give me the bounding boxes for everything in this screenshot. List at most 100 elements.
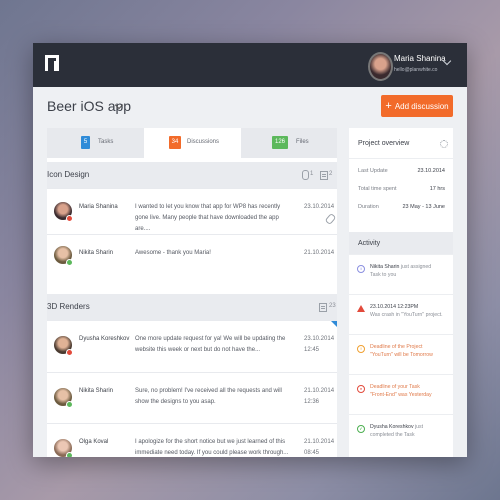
time-spent-value: 17 hrs: [429, 186, 445, 192]
message-preview: One more update request for ya! We will …: [135, 336, 286, 353]
activity-item[interactable]: 23.10.2014 12:23PM Was crash in "YouTurn…: [349, 294, 453, 335]
add-discussion-button[interactable]: + Add discussion: [381, 95, 453, 117]
tab-label: Tasks: [98, 139, 114, 145]
section-title: 3D Renders: [47, 302, 90, 311]
add-discussion-label: Add discussion: [394, 102, 449, 111]
plus-icon: +: [385, 100, 392, 112]
activity-timestamp: 23.10.2014 12:23PM: [370, 304, 419, 310]
message-preview: Sure, no problem! I've received all the …: [135, 388, 282, 405]
activity-action: Deadline of your Task: [370, 384, 420, 390]
activity-item[interactable]: × Deadline of your Task "Front-End" was …: [349, 374, 453, 415]
divider: [349, 158, 453, 159]
side-panel: Project overview Last Update 23.10.2014 …: [349, 128, 453, 457]
chevron-down-icon[interactable]: [442, 56, 452, 66]
list-item[interactable]: Nikita Sharin Awesome - thank you Maria!…: [47, 234, 337, 275]
activity-detail: completed the Task: [370, 432, 415, 438]
author-name: Maria Shanina: [79, 204, 118, 210]
message-time: 08:45: [304, 450, 320, 456]
activity-text: 23.10.2014 12:23PM Was crash in "YouTurn…: [370, 303, 446, 319]
user-email: hello@planwhite.co: [394, 67, 438, 73]
gear-icon[interactable]: [440, 140, 448, 148]
list-item[interactable]: Maria Shanina I wanted to let you know t…: [47, 188, 337, 235]
activity-action: just assigned: [400, 264, 432, 270]
duration-label: Duration: [358, 204, 379, 210]
tab-tasks[interactable]: 5 Tasks: [47, 128, 144, 158]
activity-detail: Task to you: [370, 272, 397, 278]
check-icon: ✓: [357, 425, 365, 433]
activity-action: Deadline of the Project: [370, 344, 423, 350]
last-update-label: Last Update: [358, 168, 388, 174]
activity-header: Activity: [349, 232, 453, 254]
discussions-count-badge: 34: [169, 136, 181, 149]
message-date: 21.10.2014: [304, 250, 335, 256]
tasks-count-badge: 5: [81, 136, 90, 149]
attachment-count: 1: [310, 171, 314, 177]
files-count-badge: 126: [272, 136, 288, 149]
activity-actor: Dyusha Koreshkov: [370, 424, 414, 430]
clock-icon: !: [357, 345, 365, 353]
status-dot: [66, 452, 73, 457]
activity-item[interactable]: i Nikita Sharin just assigned Task to yo…: [349, 254, 453, 295]
message-date: 21.10.2014: [304, 439, 335, 445]
comment-icon: [320, 171, 328, 180]
last-update-value: 23.10.2014: [417, 168, 445, 174]
app-window: Maria Shanina hello@planwhite.co Beer iO…: [33, 43, 467, 457]
activity-detail: "YouTurn" will be Tomorrow: [370, 352, 433, 358]
message-date: 21.10.2014: [304, 388, 335, 394]
activity-title: Activity: [358, 240, 381, 247]
list-item[interactable]: Olga Koval I apologize for the short not…: [47, 423, 337, 457]
message-time: 12:36: [304, 399, 320, 405]
comment-count: 23: [329, 303, 336, 309]
section-header-icon-design[interactable]: Icon Design 1 2: [47, 162, 337, 188]
paperclip-icon: [324, 212, 337, 226]
status-dot: [66, 259, 73, 266]
main-panel: 5 Tasks 34 Discussions 126 Files Icon De…: [47, 128, 337, 457]
message-date: 23.10.2014: [304, 336, 335, 342]
activity-text: Deadline of your Task "Front-End" was Ye…: [370, 383, 446, 399]
author-name: Nikita Sharin: [79, 250, 114, 256]
tab-files[interactable]: 126 Files: [241, 128, 337, 158]
status-dot: [66, 401, 73, 408]
paperclip-icon: [302, 170, 309, 180]
comment-count: 2: [329, 171, 333, 177]
duration-value: 23 May - 13 June: [402, 204, 446, 210]
logo-icon[interactable]: [45, 55, 59, 71]
message-time: 12:45: [304, 347, 320, 353]
user-avatar[interactable]: [368, 52, 393, 81]
tab-label: Files: [296, 139, 309, 145]
author-name: Nikita Sharin: [79, 388, 114, 394]
comment-icon: [319, 303, 327, 312]
message-preview: I wanted to let you know that app for WP…: [135, 204, 281, 232]
alert-icon: ×: [357, 385, 365, 393]
unread-marker: [331, 321, 337, 327]
list-item[interactable]: Nikita Sharin Sure, no problem! I've rec…: [47, 372, 337, 424]
status-dot: [66, 215, 73, 222]
time-spent-label: Total time spent: [358, 186, 397, 192]
message-date: 23.10.2014: [304, 204, 335, 210]
section-header-3d-renders[interactable]: 3D Renders 23: [47, 294, 337, 320]
top-bar: Maria Shanina hello@planwhite.co: [33, 43, 467, 87]
activity-item[interactable]: ✓ Dyusha Koreshkov just completed the Ta…: [349, 414, 453, 457]
activity-item[interactable]: ! Deadline of the Project "YouTurn" will…: [349, 334, 453, 375]
list-item[interactable]: Dyusha Koreshkov One more update request…: [47, 320, 337, 373]
activity-action: just: [415, 424, 424, 430]
author-name: Olga Koval: [79, 439, 109, 445]
tab-discussions[interactable]: 34 Discussions: [144, 128, 241, 158]
activity-text: Nikita Sharin just assigned Task to you: [370, 263, 446, 279]
activity-actor: Nikita Sharin: [370, 264, 400, 270]
overview-title: Project overview: [358, 140, 410, 147]
user-name[interactable]: Maria Shanina: [394, 54, 446, 63]
message-preview: I apologize for the short notice but we …: [135, 439, 289, 456]
activity-text: Deadline of the Project "YouTurn" will b…: [370, 343, 446, 359]
tab-label: Discussions: [187, 139, 220, 145]
message-preview: Awesome - thank you Maria!: [135, 250, 211, 256]
author-name: Dyusha Koreshkov: [79, 336, 130, 342]
section-title: Icon Design: [47, 170, 90, 179]
tab-bar: 5 Tasks 34 Discussions 126 Files: [47, 128, 337, 158]
activity-detail: Was crash in "YouTurn" project.: [370, 312, 443, 318]
warning-icon: [357, 305, 365, 312]
info-icon: i: [357, 265, 365, 273]
activity-detail: "Front-End" was Yesterday: [370, 392, 432, 398]
activity-text: Dyusha Koreshkov just completed the Task: [370, 423, 446, 439]
status-dot: [66, 349, 73, 356]
